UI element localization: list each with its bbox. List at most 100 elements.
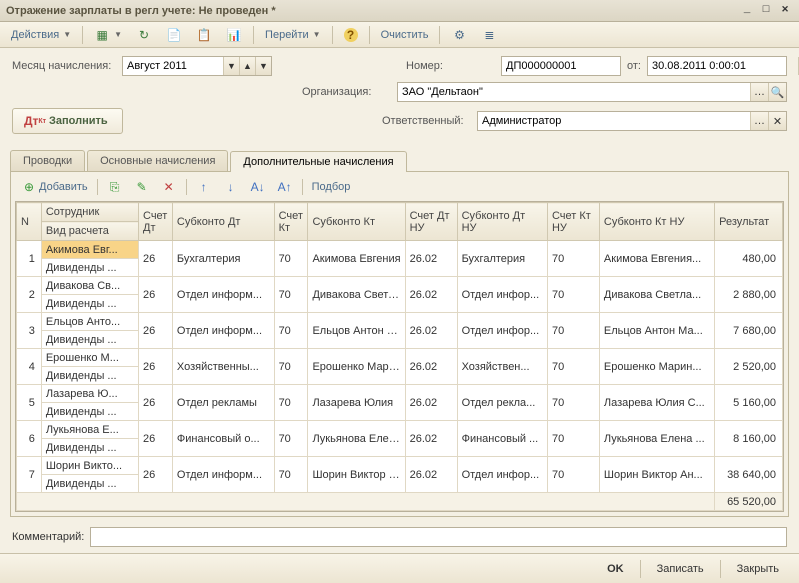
cell-calc[interactable]: Дивиденды ...: [41, 475, 138, 493]
period-down-icon[interactable]: ▼: [255, 57, 271, 75]
col-acc-kt-nu[interactable]: Счет Кт НУ: [547, 203, 599, 241]
cell-acc-kt-nu[interactable]: 70: [547, 457, 599, 493]
cell-acc-dt-nu[interactable]: 26.02: [405, 241, 457, 277]
grid[interactable]: N Сотрудник Счет Дт Субконто Дт Счет Кт …: [15, 201, 784, 512]
cell-acc-dt-nu[interactable]: 26.02: [405, 349, 457, 385]
org-search-icon[interactable]: 🔍: [768, 83, 786, 101]
tab-main-accruals[interactable]: Основные начисления: [87, 150, 228, 171]
cell-n[interactable]: 3: [17, 313, 42, 349]
cell-emp[interactable]: Ельцов Анто...: [41, 313, 138, 331]
table-row[interactable]: 4Ерошенко М...26Хозяйственны...70Ерошенк…: [17, 349, 783, 367]
col-sub-dt[interactable]: Субконто Дт: [172, 203, 274, 241]
cell-sub-kt[interactable]: Дивакова Светлана: [308, 277, 405, 313]
cell-sub-dt[interactable]: Отдел информ...: [172, 457, 274, 493]
cell-sub-dt[interactable]: Бухгалтерия: [172, 241, 274, 277]
edit-row-icon[interactable]: ✎: [130, 178, 154, 196]
cell-acc-dt[interactable]: 26: [139, 313, 173, 349]
cell-sub-kt[interactable]: Лазарева Юлия: [308, 385, 405, 421]
cell-acc-dt[interactable]: 26: [139, 385, 173, 421]
settings-icon[interactable]: ⚙: [446, 25, 472, 45]
cell-calc[interactable]: Дивиденды ...: [41, 259, 138, 277]
cell-acc-kt[interactable]: 70: [274, 313, 308, 349]
cell-acc-kt-nu[interactable]: 70: [547, 349, 599, 385]
cell-acc-kt[interactable]: 70: [274, 457, 308, 493]
cell-acc-dt[interactable]: 26: [139, 457, 173, 493]
cell-emp[interactable]: Дивакова Св...: [41, 277, 138, 295]
cell-sub-kt[interactable]: Ельцов Антон Максимович: [308, 313, 405, 349]
cell-sub-dt[interactable]: Отдел информ...: [172, 277, 274, 313]
table-row[interactable]: 2Дивакова Св...26Отдел информ...70Дивако…: [17, 277, 783, 295]
comment-field[interactable]: [90, 527, 787, 547]
cell-sub-dt[interactable]: Отдел рекламы: [172, 385, 274, 421]
list-icon[interactable]: ≣: [476, 25, 502, 45]
cell-emp[interactable]: Ерошенко М...: [41, 349, 138, 367]
cell-acc-kt[interactable]: 70: [274, 421, 308, 457]
close-footer-button[interactable]: Закрыть: [727, 560, 789, 578]
cell-sub-kt[interactable]: Шорин Виктор Андреевич: [308, 457, 405, 493]
help-icon[interactable]: ?: [339, 26, 363, 44]
org-field-wrap[interactable]: … 🔍: [397, 82, 787, 102]
cell-n[interactable]: 5: [17, 385, 42, 421]
cell-n[interactable]: 2: [17, 277, 42, 313]
delete-row-icon[interactable]: ✕: [157, 178, 181, 196]
actions-menu[interactable]: Действия▼: [6, 27, 76, 43]
close-button[interactable]: ✕: [777, 4, 793, 18]
cell-acc-kt-nu[interactable]: 70: [547, 277, 599, 313]
report-icon[interactable]: 📊: [221, 25, 247, 45]
cell-acc-kt[interactable]: 70: [274, 277, 308, 313]
select-button[interactable]: Подбор: [308, 180, 355, 194]
cell-acc-kt-nu[interactable]: 70: [547, 385, 599, 421]
cell-acc-dt[interactable]: 26: [139, 277, 173, 313]
cell-emp[interactable]: Лукьянова Е...: [41, 421, 138, 439]
cell-sub-dt-nu[interactable]: Отдел рекла...: [457, 385, 547, 421]
col-result[interactable]: Результат: [715, 203, 783, 241]
move-down-icon[interactable]: ↓: [219, 178, 243, 196]
cell-sub-dt-nu[interactable]: Хозяйствен...: [457, 349, 547, 385]
cell-sub-dt-nu[interactable]: Финансовый ...: [457, 421, 547, 457]
org-field[interactable]: [398, 86, 750, 98]
col-sub-kt[interactable]: Субконто Кт: [308, 203, 405, 241]
period-input[interactable]: ▼ ▲ ▼: [122, 56, 272, 76]
cell-sub-dt-nu[interactable]: Отдел инфор...: [457, 277, 547, 313]
resp-clear-icon[interactable]: ✕: [768, 112, 786, 130]
cell-result[interactable]: 2 880,00: [715, 277, 783, 313]
org-select-icon[interactable]: …: [750, 83, 768, 101]
cell-calc[interactable]: Дивиденды ...: [41, 367, 138, 385]
cell-sub-dt[interactable]: Хозяйственны...: [172, 349, 274, 385]
cell-result[interactable]: 7 680,00: [715, 313, 783, 349]
clear-button[interactable]: Очистить: [376, 27, 434, 43]
cell-acc-kt-nu[interactable]: 70: [547, 421, 599, 457]
cell-sub-kt[interactable]: Акимова Евгения: [308, 241, 405, 277]
cell-sub-dt[interactable]: Финансовый о...: [172, 421, 274, 457]
goto-menu[interactable]: Перейти▼: [260, 27, 326, 43]
col-emp[interactable]: Сотрудник: [41, 203, 138, 222]
post-close-icon[interactable]: 📋: [191, 25, 217, 45]
cell-acc-kt-nu[interactable]: 70: [547, 241, 599, 277]
col-acc-kt[interactable]: Счет Кт: [274, 203, 308, 241]
cell-acc-dt-nu[interactable]: 26.02: [405, 313, 457, 349]
cell-result[interactable]: 2 520,00: [715, 349, 783, 385]
cell-acc-dt-nu[interactable]: 26.02: [405, 457, 457, 493]
maximize-button[interactable]: □: [758, 4, 774, 18]
cell-calc[interactable]: Дивиденды ...: [41, 331, 138, 349]
sort-desc-icon[interactable]: A↑: [273, 178, 297, 196]
col-calc[interactable]: Вид расчета: [41, 222, 138, 241]
cell-calc[interactable]: Дивиденды ...: [41, 439, 138, 457]
period-field[interactable]: [123, 60, 223, 72]
add-row-button[interactable]: ⊕Добавить: [17, 178, 92, 196]
cell-n[interactable]: 7: [17, 457, 42, 493]
cell-result[interactable]: 38 640,00: [715, 457, 783, 493]
cell-calc[interactable]: Дивиденды ...: [41, 403, 138, 421]
sort-asc-icon[interactable]: A↓: [246, 178, 270, 196]
col-acc-dt[interactable]: Счет Дт: [139, 203, 173, 241]
cell-acc-dt-nu[interactable]: 26.02: [405, 385, 457, 421]
cell-emp[interactable]: Шорин Викто...: [41, 457, 138, 475]
col-sub-dt-nu[interactable]: Субконто Дт НУ: [457, 203, 547, 241]
cell-n[interactable]: 4: [17, 349, 42, 385]
cell-acc-dt[interactable]: 26: [139, 241, 173, 277]
cell-acc-kt[interactable]: 70: [274, 349, 308, 385]
cell-sub-kt-nu[interactable]: Ерошенко Марин...: [599, 349, 714, 385]
resp-field-wrap[interactable]: … ✕: [477, 111, 787, 131]
cell-result[interactable]: 8 160,00: [715, 421, 783, 457]
cell-acc-dt-nu[interactable]: 26.02: [405, 421, 457, 457]
